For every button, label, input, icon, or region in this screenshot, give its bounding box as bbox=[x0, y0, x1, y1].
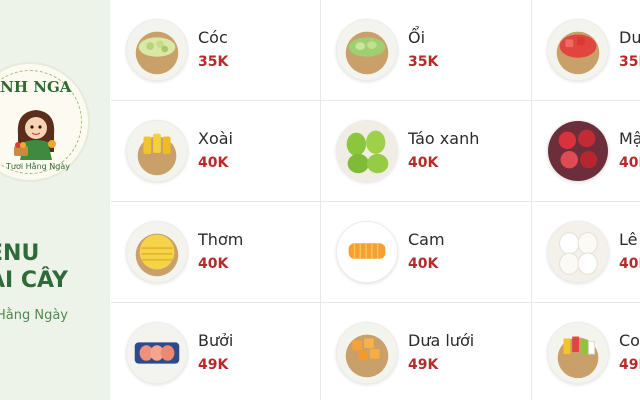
menu-item[interactable]: Mận 40K bbox=[532, 101, 640, 201]
item-price: 49K bbox=[619, 357, 640, 373]
menu-grid: Cóc 35K Ổi 35K Dưa 35K Xoài 40K Táo xanh… bbox=[111, 0, 640, 400]
item-name: Cam bbox=[408, 230, 445, 249]
menu-item[interactable]: Bưởi 49K bbox=[111, 303, 320, 400]
item-name: Dưa lưới bbox=[408, 331, 475, 350]
item-name: Mận bbox=[619, 129, 640, 148]
menu-title-line1: ENU bbox=[0, 241, 40, 266]
melon-bowl-icon bbox=[336, 322, 398, 384]
watermelon-bowl-icon bbox=[547, 19, 609, 81]
item-price: 35K bbox=[619, 54, 640, 70]
mango-bowl-icon bbox=[126, 120, 188, 182]
sidebar: ANH NGA Tươi Hằng Ngày ENU ÁI CÂY Hằng N… bbox=[0, 0, 110, 400]
item-price: 40K bbox=[198, 256, 229, 272]
item-price: 40K bbox=[408, 155, 439, 171]
item-name: Com bbox=[619, 331, 640, 350]
brand-name: ANH NGA bbox=[0, 78, 72, 96]
item-name: Táo xanh bbox=[408, 129, 480, 148]
item-name: Thơm bbox=[198, 230, 244, 249]
menu-item[interactable]: Cam 40K bbox=[321, 202, 531, 302]
menu-item[interactable]: Dưa lưới 49K bbox=[321, 303, 531, 400]
pomelo-tray-icon bbox=[126, 322, 188, 384]
logo-tagline: Tươi Hằng Ngày bbox=[6, 162, 70, 171]
item-price: 49K bbox=[198, 357, 229, 373]
item-price: 40K bbox=[619, 256, 640, 272]
sliced-guava-bowl-icon bbox=[336, 19, 398, 81]
item-name: Bưởi bbox=[198, 331, 234, 350]
menu-item[interactable]: Xoài 40K bbox=[111, 101, 320, 201]
item-name: Dưa bbox=[619, 28, 640, 47]
item-name: Xoài bbox=[198, 129, 233, 148]
menu-item[interactable]: Com 49K bbox=[532, 303, 640, 400]
menu-title-line2: ÁI CÂY bbox=[0, 268, 68, 293]
item-price: 35K bbox=[408, 54, 439, 70]
mixed-fruit-bowl-icon bbox=[547, 322, 609, 384]
girl-mascot-icon bbox=[14, 110, 56, 160]
menu-title: ENU ÁI CÂY bbox=[0, 240, 68, 294]
item-price: 40K bbox=[408, 256, 439, 272]
pineapple-bowl-icon bbox=[126, 221, 188, 283]
item-price: 40K bbox=[619, 155, 640, 171]
menu-item[interactable]: Dưa 35K bbox=[532, 0, 640, 100]
item-name: Ổi bbox=[408, 28, 426, 47]
menu-item[interactable]: Ổi 35K bbox=[321, 0, 531, 100]
pear-icon bbox=[547, 221, 609, 283]
orange-icon bbox=[336, 221, 398, 283]
item-name: Cóc bbox=[198, 28, 228, 47]
menu-item[interactable]: Cóc 35K bbox=[111, 0, 320, 100]
menu-subtitle: Hằng Ngày bbox=[0, 308, 69, 323]
menu-item[interactable]: Táo xanh 40K bbox=[321, 101, 531, 201]
plum-icon bbox=[547, 120, 609, 182]
menu-item[interactable]: Thơm 40K bbox=[111, 202, 320, 302]
item-price: 35K bbox=[198, 54, 229, 70]
item-price: 49K bbox=[408, 357, 439, 373]
green-apple-icon bbox=[336, 120, 398, 182]
sliced-coc-bowl-icon bbox=[126, 19, 188, 81]
shop-logo: ANH NGA Tươi Hằng Ngày bbox=[0, 62, 90, 182]
item-price: 40K bbox=[198, 155, 229, 171]
item-name: Lê bbox=[619, 230, 638, 249]
menu-item[interactable]: Lê 40K bbox=[532, 202, 640, 302]
